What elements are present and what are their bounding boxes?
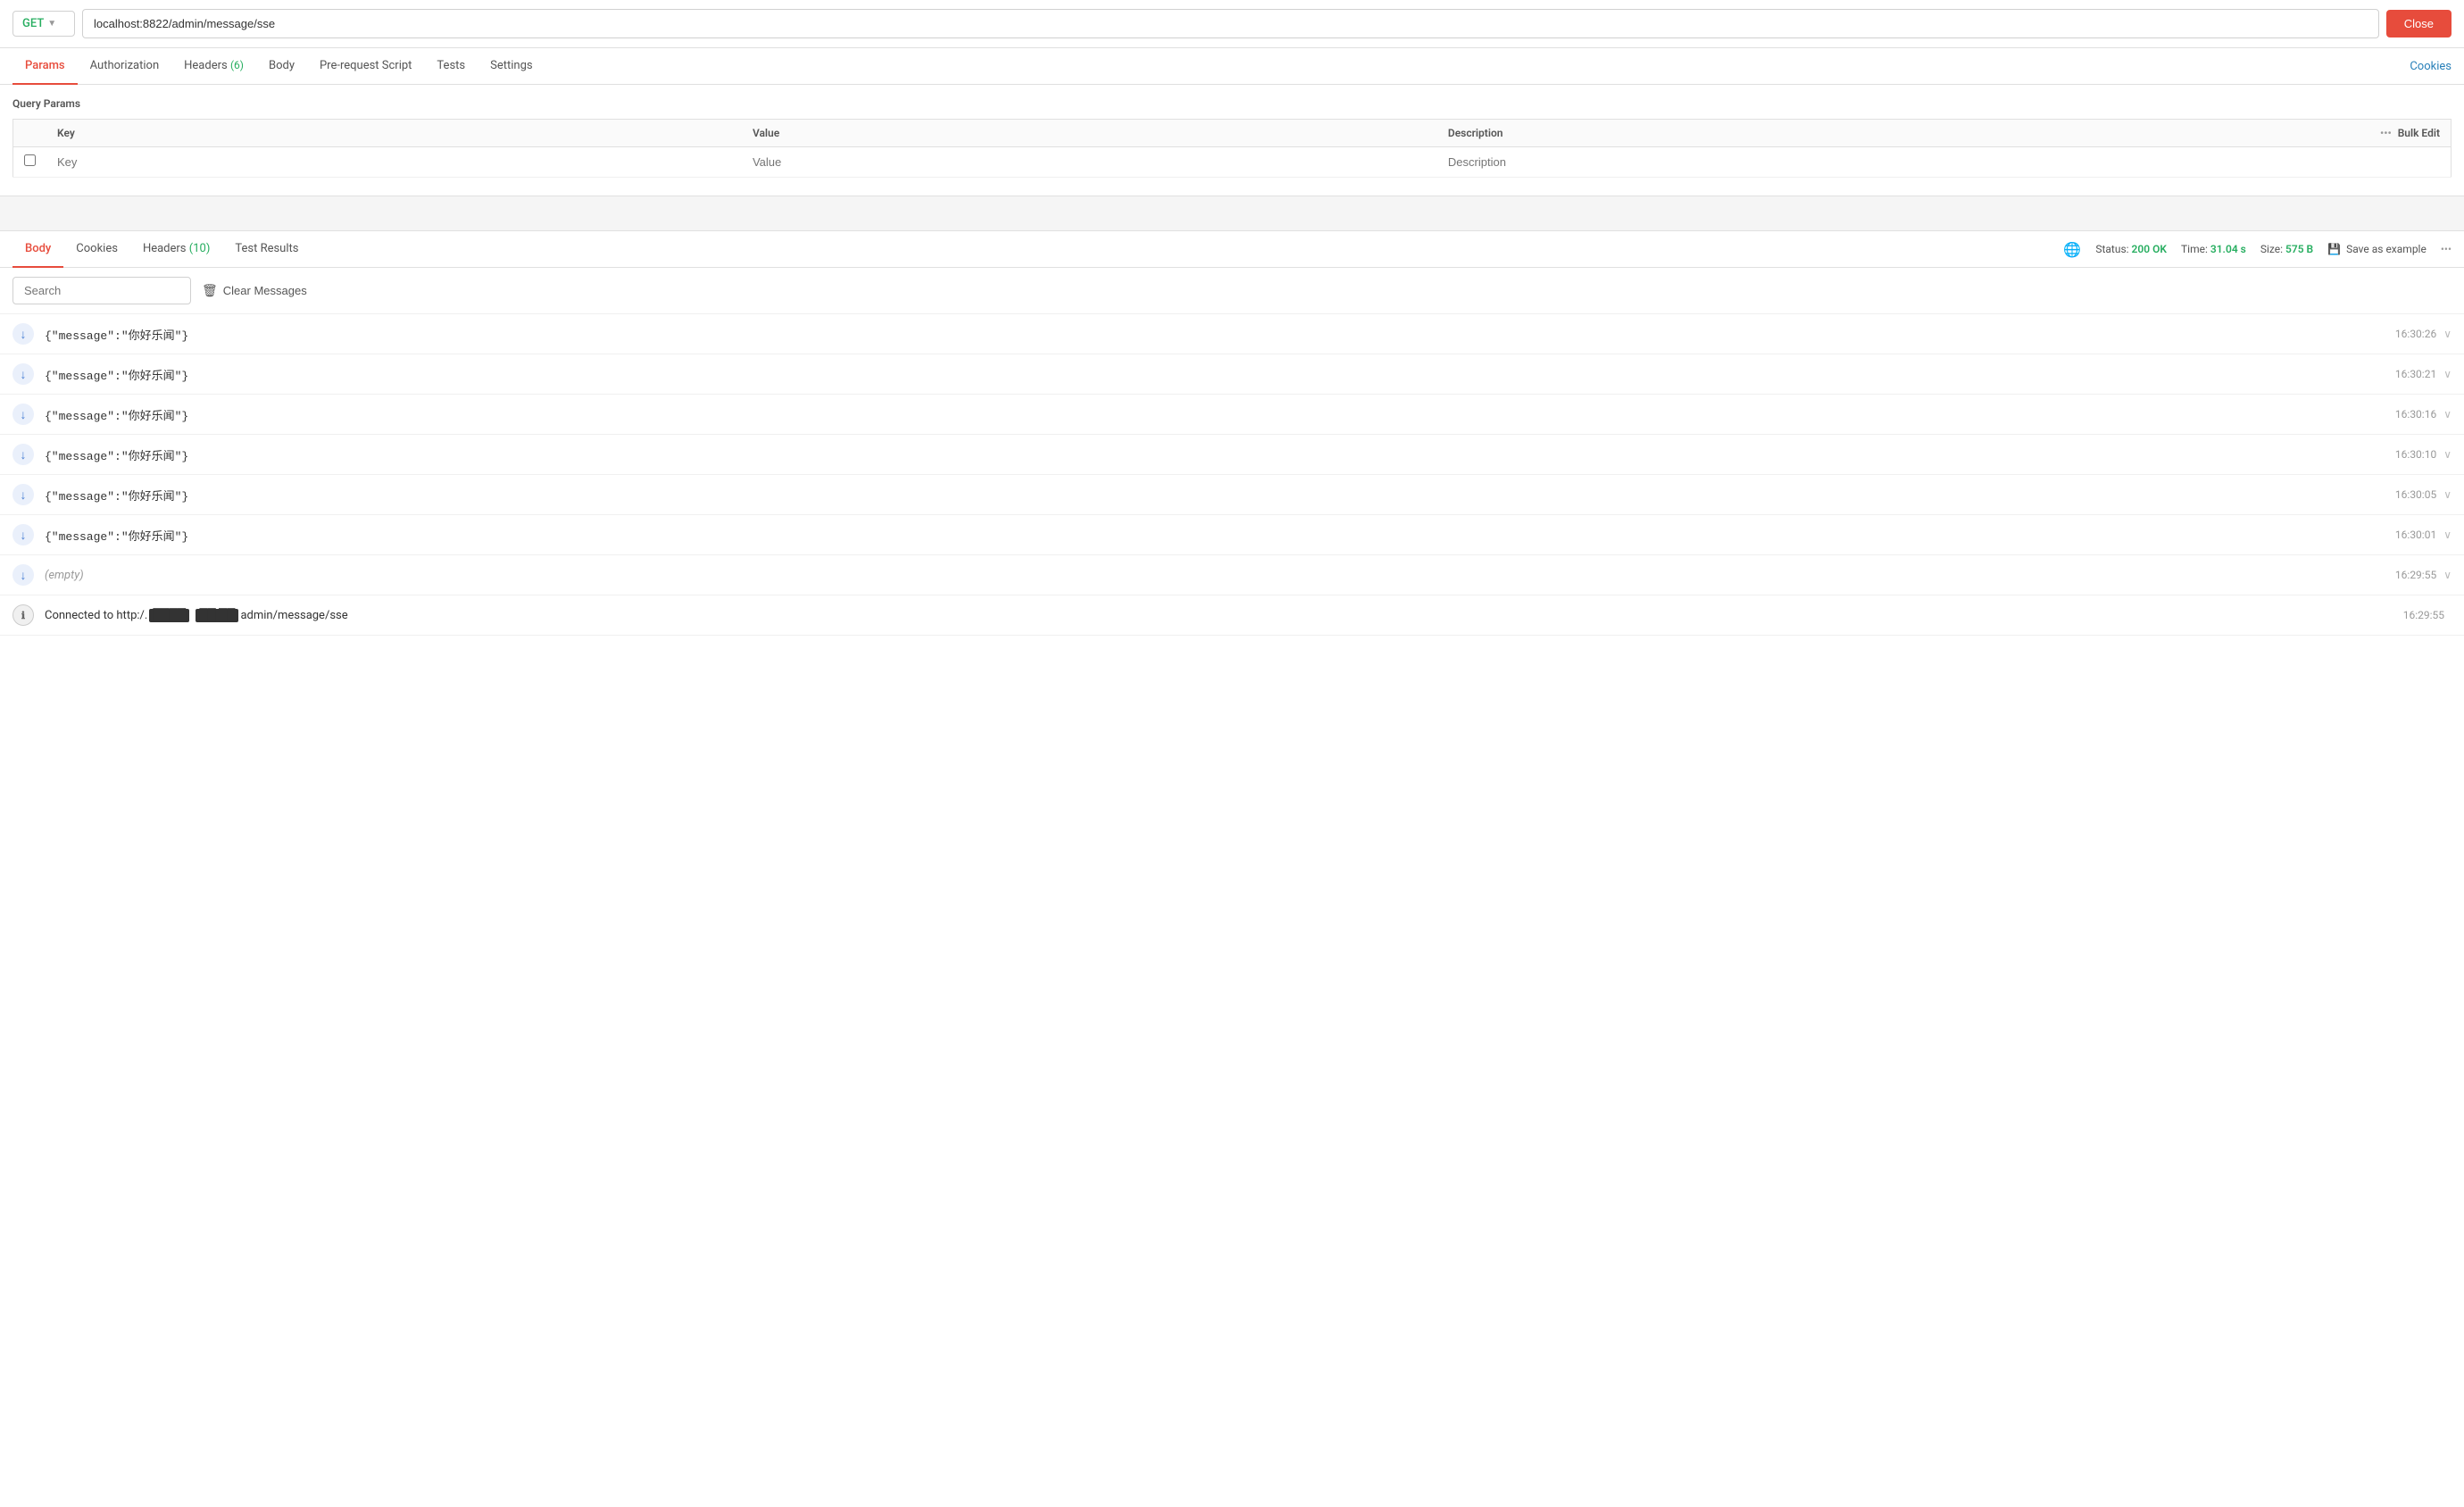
key-input[interactable] (57, 155, 731, 169)
message-content: {"message":"你好乐闻"} (45, 527, 2395, 544)
chevron-right-icon: ∨ (2443, 328, 2452, 340)
tab-response-cookies[interactable]: Cookies (63, 231, 130, 268)
size-meta: Size: 575 B (2260, 243, 2313, 255)
cookies-link[interactable]: Cookies (2410, 60, 2452, 73)
status-meta: Status: 200 OK (2095, 243, 2167, 255)
download-icon: ↓ (12, 564, 34, 586)
message-content: {"message":"你好乐闻"} (45, 487, 2395, 504)
request-tabs: Params Authorization Headers (6) Body Pr… (0, 48, 2464, 85)
chevron-down-icon: ▼ (47, 19, 56, 29)
checkbox-header (13, 120, 47, 147)
method-selector[interactable]: GET ▼ (12, 11, 75, 37)
section-divider (0, 196, 2464, 231)
download-icon: ↓ (12, 404, 34, 425)
close-button[interactable]: Close (2386, 10, 2452, 37)
message-content: (empty) (45, 569, 2395, 582)
message-time: 16:30:16 (2395, 408, 2436, 420)
chevron-right-icon: ∨ (2443, 368, 2452, 380)
message-content: {"message":"你好乐闻"} (45, 406, 2395, 423)
tab-headers[interactable]: Headers (6) (171, 48, 256, 85)
message-content: {"message":"你好乐闻"} (45, 326, 2395, 343)
dots-icon: ••• (2380, 127, 2392, 139)
messages-list: ↓ {"message":"你好乐闻"} 16:30:26 ∨ ↓ {"mess… (0, 314, 2464, 636)
save-icon: 💾 (2327, 243, 2341, 255)
search-bar: 🗑 Clear Messages (0, 268, 2464, 314)
response-headers-badge: (10) (189, 242, 211, 255)
key-cell[interactable] (46, 147, 742, 178)
chevron-right-icon: ∨ (2443, 448, 2452, 461)
download-icon: ↓ (12, 323, 34, 345)
tab-authorization[interactable]: Authorization (78, 48, 172, 85)
save-as-example-button[interactable]: 💾 Save as example (2327, 243, 2427, 255)
more-options-icon[interactable]: ••• (2441, 243, 2452, 255)
message-row[interactable]: ↓ {"message":"你好乐闻"} 16:30:01 ∨ (0, 515, 2464, 555)
description-input[interactable] (1448, 155, 2122, 169)
message-row[interactable]: ↓ (empty) 16:29:55 ∨ (0, 555, 2464, 595)
params-table: Key Value Description ••• Bulk Edit (12, 119, 2452, 178)
chevron-right-icon: ∨ (2443, 408, 2452, 420)
headers-badge: (6) (230, 59, 244, 71)
url-input[interactable] (82, 9, 2379, 38)
url-bar: GET ▼ Close (0, 0, 2464, 48)
size-value: 575 B (2285, 243, 2313, 255)
tab-settings[interactable]: Settings (478, 48, 545, 85)
message-time: 16:30:10 (2395, 448, 2436, 461)
time-meta: Time: 31.04 s (2181, 243, 2246, 255)
download-icon: ↓ (12, 484, 34, 505)
chevron-right-icon: ∨ (2443, 569, 2452, 581)
message-content: Connected to http:/.████ ██ ██admin/mess… (45, 608, 2403, 622)
tab-response-headers[interactable]: Headers (10) (130, 231, 222, 268)
time-value: 31.04 s (2210, 243, 2246, 255)
query-params-title: Query Params (12, 97, 2452, 110)
tab-test-results[interactable]: Test Results (222, 231, 311, 268)
method-label: GET (22, 17, 44, 30)
row-checkbox[interactable] (24, 154, 36, 166)
message-row[interactable]: ↓ {"message":"你好乐闻"} 16:30:16 ∨ (0, 395, 2464, 435)
clear-messages-button[interactable]: 🗑 Clear Messages (202, 283, 307, 298)
chevron-right-icon: ∨ (2443, 529, 2452, 541)
bulk-edit-header: ••• Bulk Edit (2133, 120, 2452, 147)
message-row[interactable]: ↓ {"message":"你好乐闻"} 16:30:05 ∨ (0, 475, 2464, 515)
tab-response-body[interactable]: Body (12, 231, 63, 268)
message-content: {"message":"你好乐闻"} (45, 446, 2395, 463)
message-time: 16:29:55 (2403, 609, 2444, 621)
message-time: 16:30:05 (2395, 488, 2436, 501)
row-checkbox-cell (13, 147, 47, 178)
response-tabs: Body Cookies Headers (10) Test Results 🌐… (0, 231, 2464, 268)
status-value: 200 OK (2132, 243, 2167, 255)
value-header: Value (742, 120, 1437, 147)
search-input[interactable] (12, 277, 191, 304)
message-row[interactable]: ↓ {"message":"你好乐闻"} 16:30:10 ∨ (0, 435, 2464, 475)
download-icon: ↓ (12, 363, 34, 385)
message-row[interactable]: ↓ {"message":"你好乐闻"} 16:30:26 ∨ (0, 314, 2464, 354)
description-header: Description (1437, 120, 2133, 147)
params-row (13, 147, 2452, 178)
response-meta: 🌐 Status: 200 OK Time: 31.04 s Size: 575… (2063, 241, 2452, 258)
tab-params[interactable]: Params (12, 48, 78, 85)
chevron-right-icon: ∨ (2443, 488, 2452, 501)
tab-body[interactable]: Body (256, 48, 307, 85)
message-time: 16:30:26 (2395, 328, 2436, 340)
key-header: Key (46, 120, 742, 147)
trash-icon: 🗑 (202, 283, 218, 298)
info-icon: ℹ (12, 604, 34, 626)
message-time: 16:29:55 (2395, 569, 2436, 581)
message-content: {"message":"你好乐闻"} (45, 366, 2395, 383)
tab-tests[interactable]: Tests (424, 48, 478, 85)
description-cell[interactable] (1437, 147, 2133, 178)
message-time: 16:30:01 (2395, 529, 2436, 541)
message-time: 16:30:21 (2395, 368, 2436, 380)
message-row[interactable]: ↓ {"message":"你好乐闻"} 16:30:21 ∨ (0, 354, 2464, 395)
value-cell[interactable] (742, 147, 1437, 178)
value-input[interactable] (753, 155, 1427, 169)
query-params-section: Query Params Key Value Description ••• B… (0, 85, 2464, 178)
bulk-edit-cell (2133, 147, 2452, 178)
message-row[interactable]: ℹ Connected to http:/.████ ██ ██admin/me… (0, 595, 2464, 636)
globe-icon: 🌐 (2063, 241, 2081, 258)
tab-pre-request-script[interactable]: Pre-request Script (307, 48, 424, 85)
download-icon: ↓ (12, 444, 34, 465)
download-icon: ↓ (12, 524, 34, 545)
